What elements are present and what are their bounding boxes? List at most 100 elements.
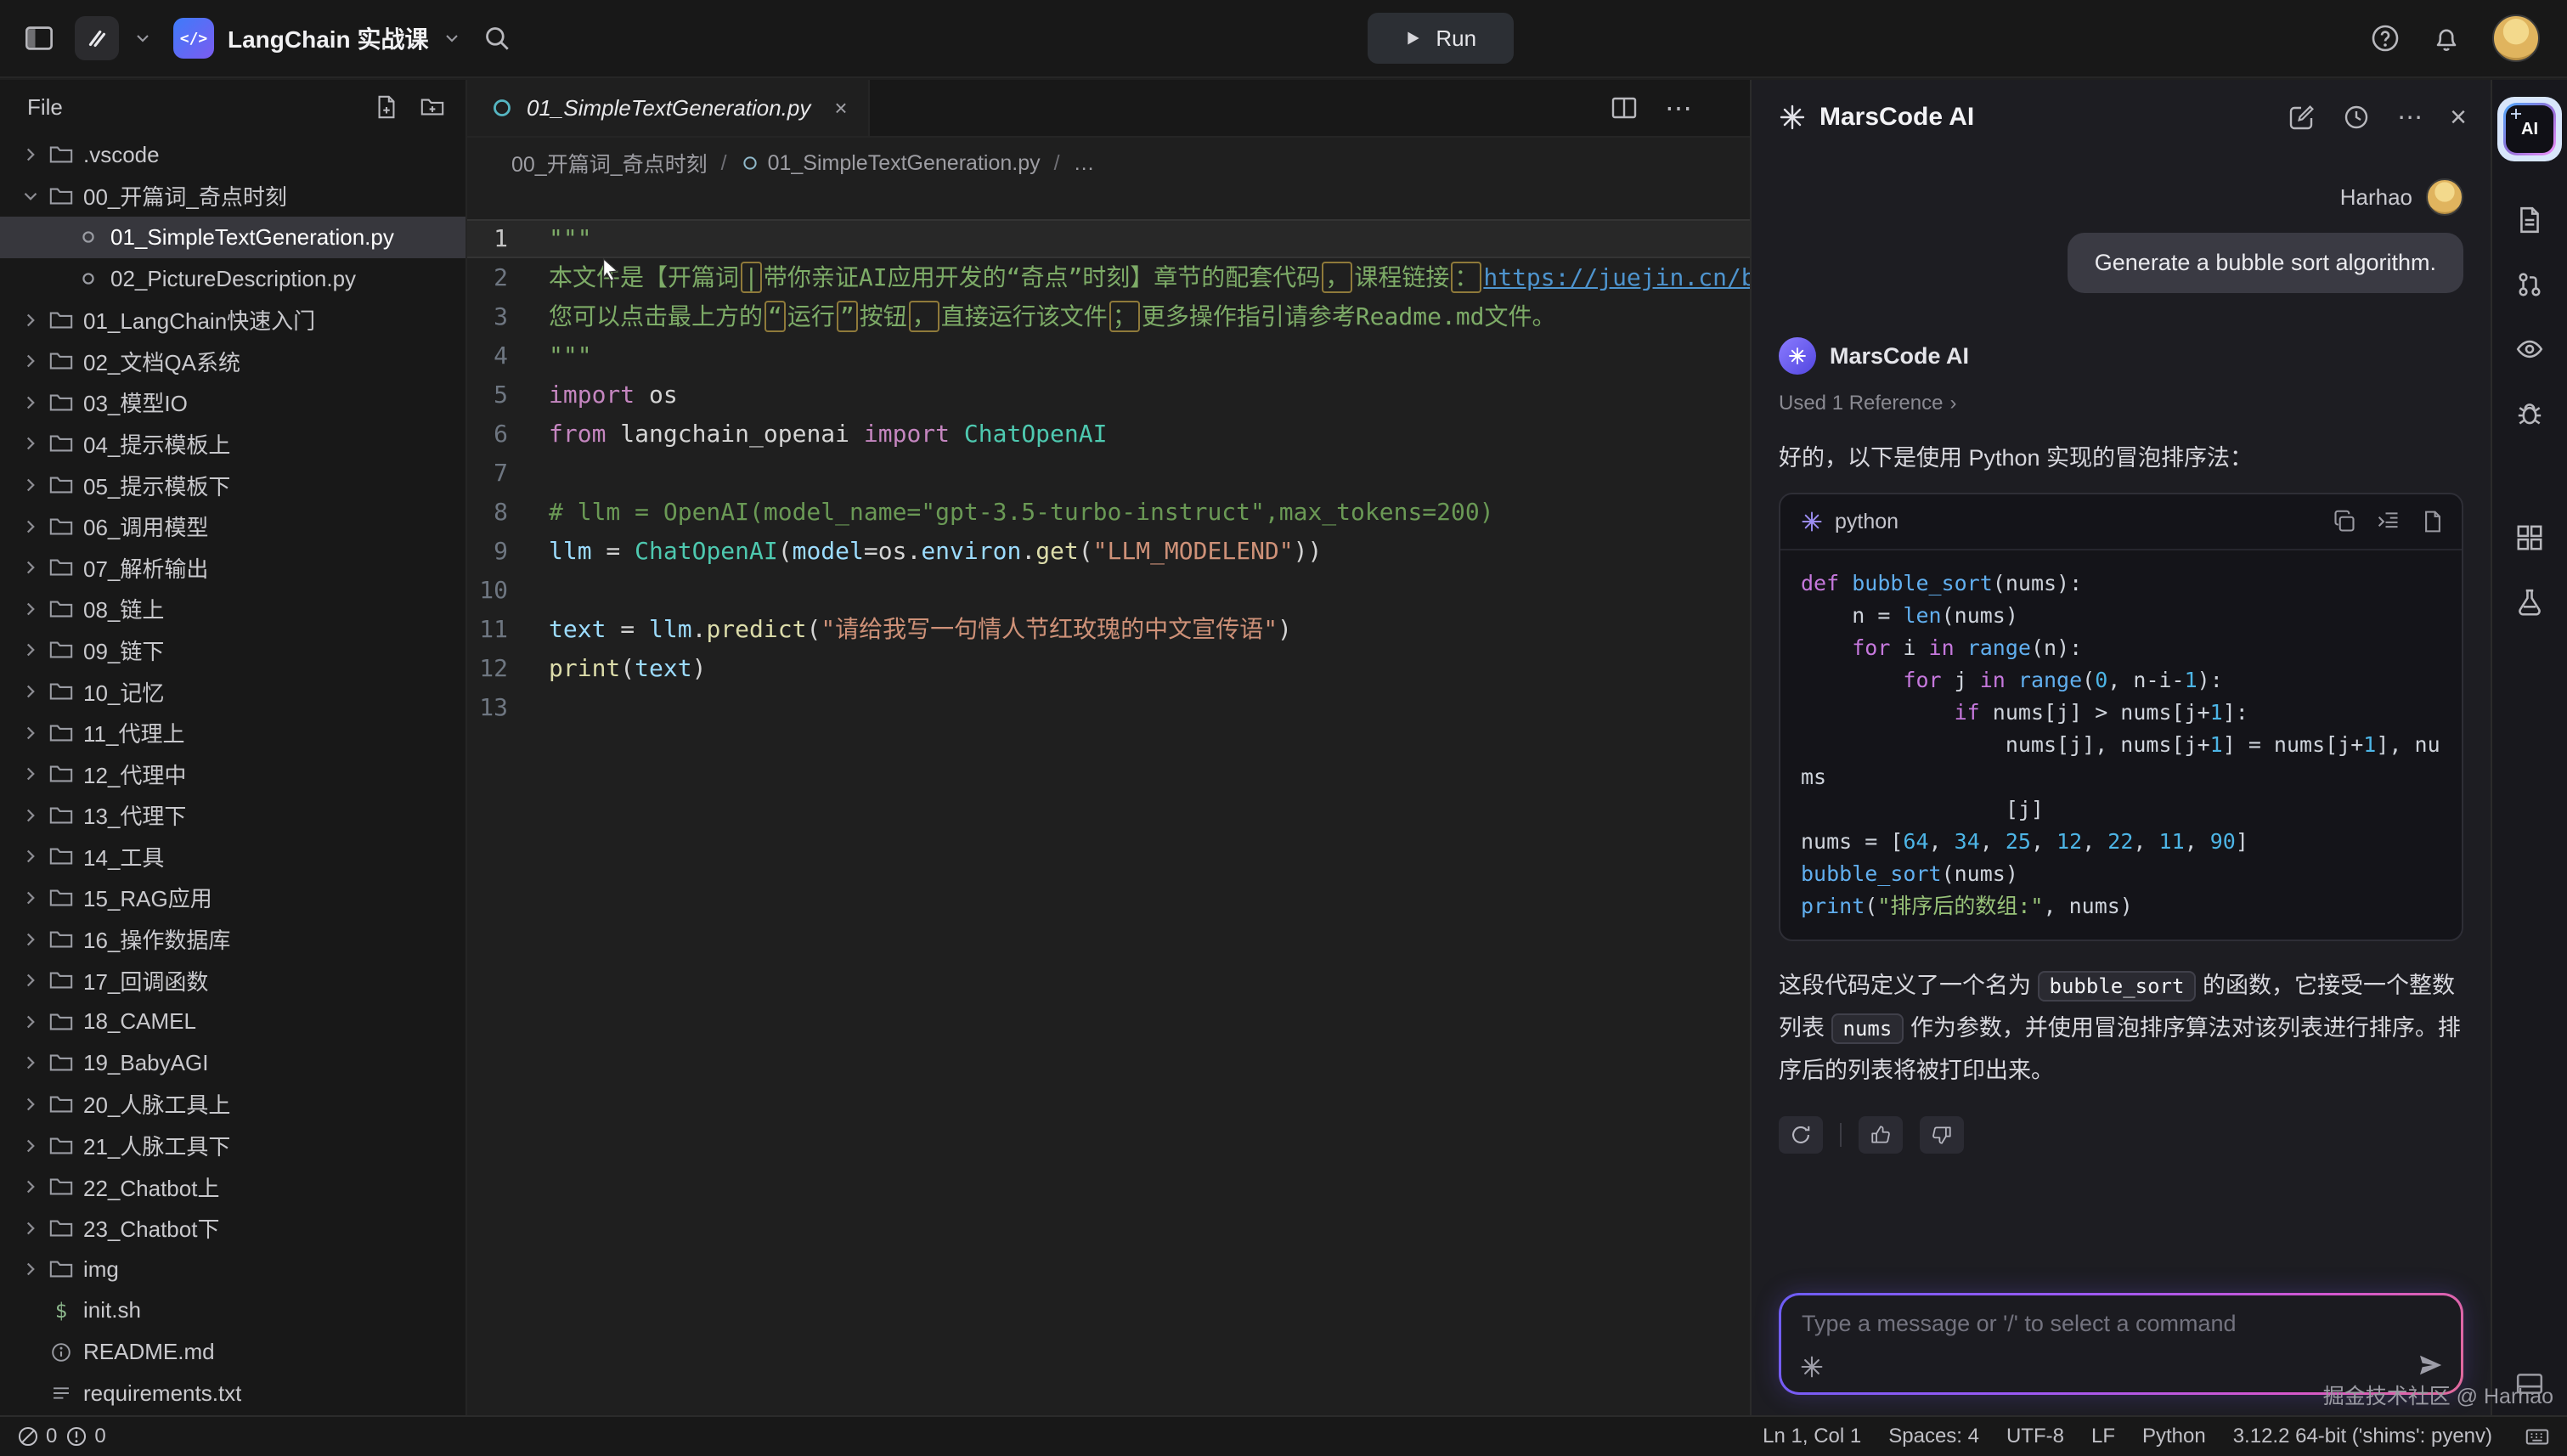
top-bar: </> LangChain 实战课 Run xyxy=(0,0,2567,78)
tree-item-label: 06_调用模型 xyxy=(83,511,208,542)
new-chat-icon[interactable] xyxy=(2288,104,2316,131)
debug-icon[interactable] xyxy=(2515,399,2544,428)
assistant-header: MarsCode AI ⋯ × xyxy=(1752,80,2491,155)
used-reference-link[interactable]: Used 1 Reference › xyxy=(1779,392,2463,415)
chat-input[interactable] xyxy=(1802,1311,2393,1337)
tab-simple-text-generation[interactable]: 01_SimpleTextGeneration.py × xyxy=(467,80,870,136)
chevron-right-icon: › xyxy=(1949,392,1956,415)
extensions-icon[interactable] xyxy=(2515,523,2544,552)
tree-item[interactable]: 19_BabyAGI xyxy=(0,1042,465,1084)
assistant-more-icon[interactable]: ⋯ xyxy=(2397,103,2423,133)
inline-code-chip: bubble_sort xyxy=(2038,971,2197,1002)
tree-item[interactable]: requirements.txt xyxy=(0,1373,465,1414)
ai-assistant-icon[interactable]: AI xyxy=(2497,97,2562,161)
doc-icon[interactable] xyxy=(2515,206,2544,234)
py-file-icon xyxy=(71,226,105,248)
chevron-icon xyxy=(17,887,44,909)
tree-item[interactable]: 18_CAMEL xyxy=(0,1001,465,1042)
split-editor-icon[interactable] xyxy=(1611,94,1638,121)
history-icon[interactable] xyxy=(2343,104,2370,131)
search-icon[interactable] xyxy=(482,24,511,53)
thumbs-down-icon[interactable] xyxy=(1920,1116,1964,1154)
folder-icon xyxy=(44,348,78,374)
tree-item[interactable]: 08_链上 xyxy=(0,589,465,630)
problems-warnings[interactable]: 0 xyxy=(65,1425,105,1448)
tree-item[interactable]: 22_Chatbot上 xyxy=(0,1166,465,1208)
breadcrumb-item[interactable]: 01_SimpleTextGeneration.py xyxy=(741,151,1041,176)
tree-item[interactable]: 13_代理下 xyxy=(0,795,465,837)
tree-item[interactable]: img xyxy=(0,1249,465,1290)
code-line: 5import os xyxy=(467,375,1750,415)
test-lab-icon[interactable] xyxy=(2515,588,2544,617)
tree-item[interactable]: 06_调用模型 xyxy=(0,505,465,547)
new-file-icon[interactable] xyxy=(374,94,399,120)
editor-more-actions-icon[interactable]: ⋯ xyxy=(1665,92,1692,124)
status-item[interactable]: LF xyxy=(2091,1425,2115,1448)
new-file-from-code-icon[interactable] xyxy=(2421,510,2445,533)
problems-errors[interactable]: 0 xyxy=(17,1425,57,1448)
message-actions xyxy=(1779,1116,2463,1154)
tree-item[interactable]: 10_记忆 xyxy=(0,671,465,713)
status-item[interactable]: UTF-8 xyxy=(2006,1425,2064,1448)
tree-item[interactable]: 03_模型IO xyxy=(0,382,465,424)
insert-code-icon[interactable] xyxy=(2377,510,2401,533)
folder-icon xyxy=(44,431,78,456)
tree-item[interactable]: 15_RAG应用 xyxy=(0,878,465,919)
tree-item[interactable]: 17_回调函数 xyxy=(0,960,465,1002)
new-folder-icon[interactable] xyxy=(420,94,445,120)
send-icon[interactable] xyxy=(2417,1352,2444,1379)
code-line: 12print(text) xyxy=(467,649,1750,688)
keyboard-panel-icon[interactable] xyxy=(2525,1424,2550,1449)
folder-icon xyxy=(44,555,78,580)
code-area[interactable]: 1"""2本文件是【开篇词|带你亲证AI应用开发的“奇点”时刻】章节的配套代码，… xyxy=(467,189,1750,1415)
tree-item[interactable]: 21_人脉工具下 xyxy=(0,1125,465,1166)
tree-item[interactable]: 16_操作数据库 xyxy=(0,918,465,960)
tree-item[interactable]: 01_LangChain快速入门 xyxy=(0,299,465,341)
tree-item[interactable]: 14_工具 xyxy=(0,836,465,878)
txt-file-icon xyxy=(44,1382,78,1404)
tree-item[interactable]: README.md xyxy=(0,1331,465,1373)
toggle-sidebar-icon[interactable] xyxy=(24,23,54,54)
chevron-icon xyxy=(17,763,44,785)
merge-request-icon[interactable] xyxy=(2515,270,2544,299)
help-icon[interactable] xyxy=(2370,23,2401,54)
code-block[interactable]: def bubble_sort(nums): n = len(nums) for… xyxy=(1780,550,2462,940)
status-item[interactable]: Spaces: 4 xyxy=(1888,1425,1979,1448)
code-review-eye-icon[interactable] xyxy=(2515,335,2544,364)
tree-item[interactable]: 11_代理上 xyxy=(0,712,465,753)
status-item[interactable]: Python xyxy=(2142,1425,2206,1448)
ide-logo[interactable] xyxy=(75,16,153,60)
tree-item-label: 02_文档QA系统 xyxy=(83,346,240,377)
tree-item[interactable]: 02_文档QA系统 xyxy=(0,341,465,382)
tab-close-icon[interactable]: × xyxy=(834,95,847,121)
tree-item[interactable]: 12_代理中 xyxy=(0,753,465,795)
tree-item[interactable]: 05_提示模板下 xyxy=(0,465,465,506)
regenerate-icon[interactable] xyxy=(1779,1116,1823,1154)
status-item[interactable]: Ln 1, Col 1 xyxy=(1763,1425,1861,1448)
notifications-bell-icon[interactable] xyxy=(2431,23,2462,54)
tree-item[interactable]: .vscode xyxy=(0,134,465,176)
breadcrumb-item[interactable]: … xyxy=(1074,151,1095,176)
tree-item[interactable]: 09_链下 xyxy=(0,629,465,671)
tree-item[interactable]: 04_提示模板上 xyxy=(0,423,465,465)
tree-item[interactable]: 00_开篇词_奇点时刻 xyxy=(0,176,465,217)
tree-item-label: 01_SimpleTextGeneration.py xyxy=(110,224,394,251)
tree-item[interactable]: 20_人脉工具上 xyxy=(0,1084,465,1126)
error-icon xyxy=(17,1425,39,1448)
assistant-close-icon[interactable]: × xyxy=(2450,101,2467,134)
tree-item[interactable]: $init.sh xyxy=(0,1290,465,1332)
project-switcher[interactable]: </> LangChain 实战课 xyxy=(173,18,462,59)
tree-item[interactable]: 01_SimpleTextGeneration.py xyxy=(0,217,465,258)
tree-item[interactable]: 23_Chatbot下 xyxy=(0,1207,465,1249)
breadcrumb-item[interactable]: 00_开篇词_奇点时刻 xyxy=(511,148,708,178)
copy-code-icon[interactable] xyxy=(2333,510,2356,533)
tree-item-label: 14_工具 xyxy=(83,841,164,872)
thumbs-up-icon[interactable] xyxy=(1859,1116,1903,1154)
run-button[interactable]: Run xyxy=(1368,13,1514,64)
code-line: 13 xyxy=(467,688,1750,727)
status-item[interactable]: 3.12.2 64-bit ('shims': pyenv) xyxy=(2233,1425,2492,1448)
tree-item[interactable]: 02_PictureDescription.py xyxy=(0,258,465,300)
code-language-label: python xyxy=(1835,510,1898,534)
user-avatar[interactable] xyxy=(2492,14,2540,62)
tree-item[interactable]: 07_解析输出 xyxy=(0,547,465,589)
